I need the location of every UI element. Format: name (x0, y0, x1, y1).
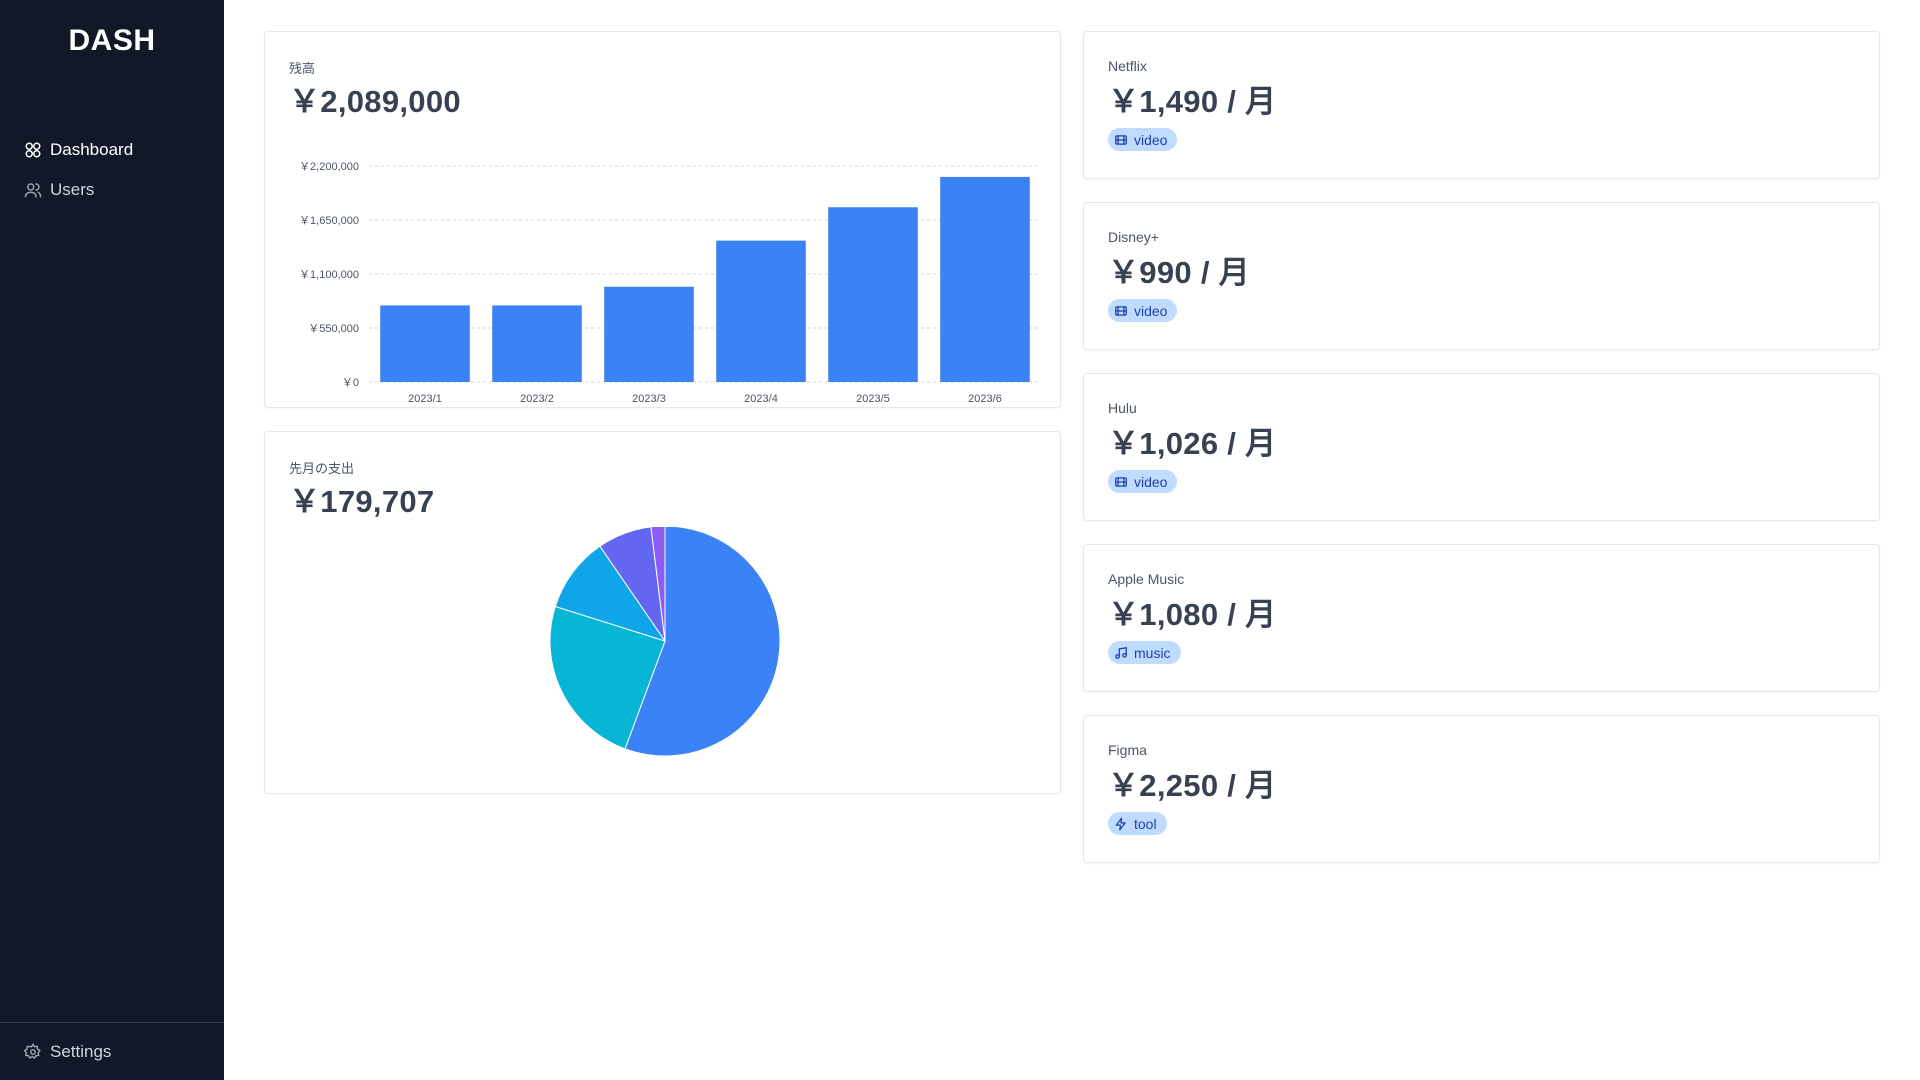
x-tick-label: 2023/3 (632, 393, 666, 402)
bar[interactable] (828, 207, 918, 382)
spending-label: 先月の支出 (289, 461, 355, 476)
balance-value: ￥2,089,000 (289, 84, 461, 119)
bar[interactable] (380, 305, 470, 382)
category-tag: tool (1108, 812, 1167, 835)
sidebar-item-settings[interactable]: Settings (0, 1023, 224, 1080)
balance-card: 残高 ￥2,089,000 ￥0 ￥550,000 ￥1,100,000 ￥1,650… (264, 31, 1061, 408)
tag-label: music (1134, 644, 1171, 661)
x-tick-label: 2023/2 (520, 393, 554, 402)
film-icon (1114, 133, 1128, 147)
subscription-card[interactable]: Netflix ￥1,490 / 月 video (1083, 31, 1880, 179)
bolt-icon (1114, 817, 1128, 831)
subscription-price: ￥2,250 / 月 (1108, 768, 1277, 803)
users-icon (24, 181, 42, 199)
category-tag: music (1108, 641, 1181, 664)
subscription-name: Hulu (1108, 400, 1137, 416)
subscription-name: Apple Music (1108, 571, 1185, 587)
y-tick-label: ￥1,650,000 (299, 215, 359, 227)
subscription-name: Netflix (1108, 58, 1147, 74)
y-tick-label: ￥2,200,000 (299, 161, 359, 173)
bar[interactable] (492, 305, 582, 382)
category-tag: video (1108, 299, 1178, 322)
tag-label: video (1134, 473, 1168, 490)
subscription-name: Disney+ (1108, 229, 1159, 245)
film-icon (1114, 475, 1128, 489)
sidebar-item-label: Dashboard (50, 140, 134, 159)
subscription-price: ￥1,080 / 月 (1108, 597, 1277, 632)
subscription-price: ￥1,490 / 月 (1108, 84, 1277, 119)
bar[interactable] (604, 286, 694, 382)
subscription-price: ￥990 / 月 (1108, 255, 1250, 290)
subscription-card[interactable]: Figma ￥2,250 / 月 tool (1083, 715, 1880, 863)
y-tick-label: ￥550,000 (308, 323, 359, 335)
film-icon (1114, 304, 1128, 318)
x-tick-label: 2023/5 (856, 393, 890, 402)
tag-label: tool (1134, 815, 1157, 832)
subscription-card[interactable]: Apple Music ￥1,080 / 月 music (1083, 544, 1880, 692)
grid-icon (24, 141, 42, 159)
y-tick-label: ￥1,100,000 (299, 269, 359, 281)
sidebar-item-label: Users (50, 180, 95, 199)
gear-icon (24, 1043, 42, 1061)
subscription-card[interactable]: Hulu ￥1,026 / 月 video (1083, 373, 1880, 521)
x-tick-label: 2023/1 (408, 393, 442, 402)
sidebar-nav: Dashboard Users (0, 130, 224, 210)
sidebar-item-dashboard[interactable]: Dashboard (0, 130, 224, 170)
tag-label: video (1134, 131, 1168, 148)
sidebar: DASH Dashboard Users Settings (0, 0, 224, 1080)
category-tag: video (1108, 128, 1178, 151)
app-logo: DASH (68, 24, 156, 57)
x-tick-label: 2023/4 (744, 393, 778, 402)
subscription-card[interactable]: Disney+ ￥990 / 月 video (1083, 202, 1880, 350)
subscription-price: ￥1,026 / 月 (1108, 426, 1277, 461)
balance-bar-chart: ￥0 ￥550,000 ￥1,100,000 ￥1,650,000 ￥2,200,000… (299, 161, 1041, 402)
balance-label: 残高 (289, 61, 316, 76)
category-tag: video (1108, 470, 1178, 493)
bar[interactable] (716, 240, 806, 382)
spending-card: 先月の支出 ￥179,707 (264, 431, 1061, 794)
spending-pie-chart (549, 527, 781, 757)
subscription-name: Figma (1108, 742, 1147, 758)
y-tick-label: ￥0 (342, 377, 359, 389)
x-tick-label: 2023/6 (968, 393, 1002, 402)
sidebar-footer: Settings (0, 1022, 224, 1080)
bar[interactable] (940, 176, 1030, 382)
sidebar-item-label: Settings (50, 1042, 112, 1061)
music-note-icon (1114, 646, 1128, 660)
main-content: 残高 ￥2,089,000 ￥0 ￥550,000 ￥1,100,000 ￥1,650… (224, 0, 1920, 1080)
sidebar-item-users[interactable]: Users (0, 170, 224, 210)
tag-label: video (1134, 302, 1168, 319)
spending-value: ￥179,707 (289, 484, 435, 519)
